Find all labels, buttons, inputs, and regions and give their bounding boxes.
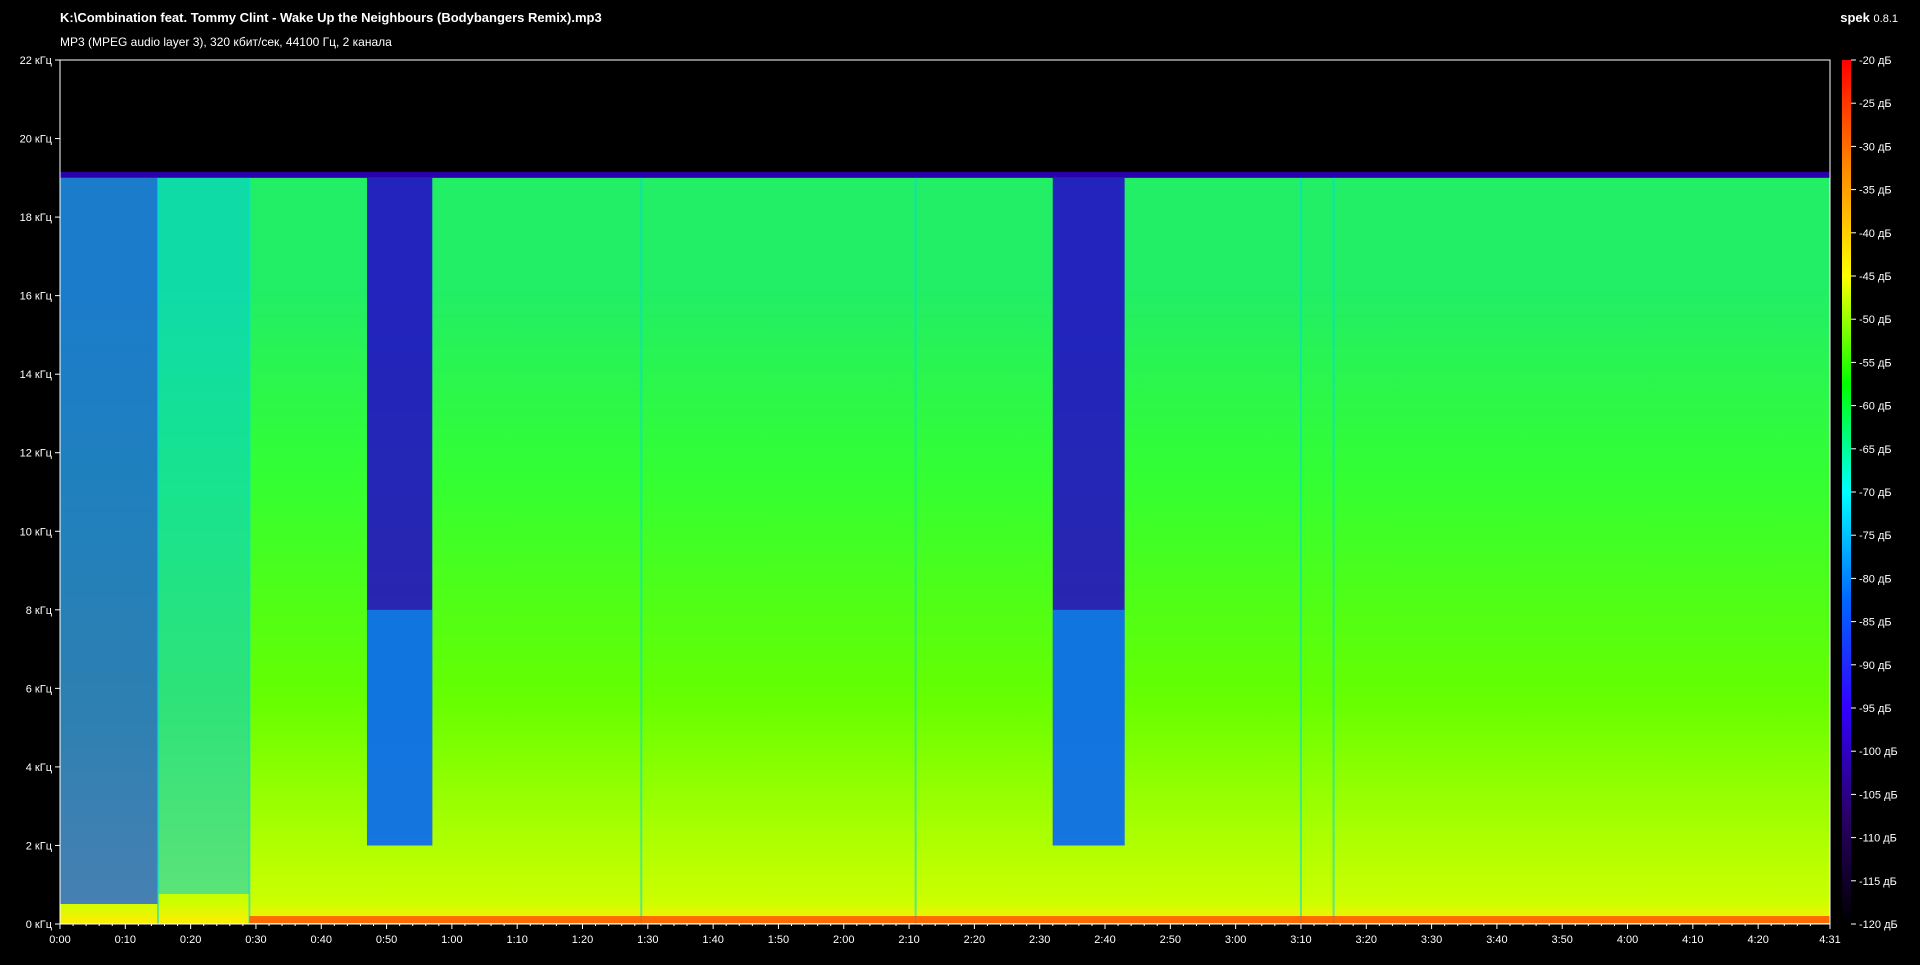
colorbar-tick-label: -110 дБ: [1859, 833, 1897, 845]
colorbar-tick-label: -120 дБ: [1859, 919, 1898, 931]
x-tick-label: 3:00: [1225, 934, 1246, 946]
x-tick-label: 4:00: [1617, 934, 1638, 946]
x-tick-label: 0:20: [180, 934, 201, 946]
x-tick-label: 0:00: [49, 934, 70, 946]
y-tick-label: 20 кГц: [20, 134, 53, 146]
x-tick-label: 1:20: [572, 934, 593, 946]
cutoff-fringe: [60, 171, 1830, 178]
x-tick-label: 1:00: [441, 934, 462, 946]
colorbar-tick-label: -25 дБ: [1859, 98, 1892, 110]
colorbar-tick-label: -85 дБ: [1859, 617, 1892, 629]
breakdown-lower: [1052, 609, 1125, 846]
colorbar-tick-label: -50 дБ: [1859, 314, 1892, 326]
y-tick-label: 2 кГц: [26, 840, 53, 852]
y-tick-label: 16 кГц: [20, 291, 53, 303]
spectrogram-chart: 0:00 0:10 0:20 0:30 0:40 0:50 1:00 1:10 1:20 1:30…: [20, 55, 1898, 946]
bass-band: [249, 916, 1831, 923]
colorbar: [1842, 60, 1851, 924]
x-tick-label: 0:50: [376, 934, 397, 946]
y-tick-label: 10 кГц: [20, 526, 53, 538]
x-tick-label: 1:10: [506, 934, 527, 946]
x-tick-label: 4:31: [1819, 934, 1840, 946]
x-tick-label: 1:50: [768, 934, 789, 946]
x-tick-label: 3:10: [1290, 934, 1311, 946]
colorbar-tick-label: -90 дБ: [1859, 660, 1892, 672]
intro-region: [60, 177, 158, 904]
x-tick-label: 4:20: [1747, 934, 1768, 946]
x-tick-label: 4:10: [1682, 934, 1703, 946]
colorbar-tick-label: -45 дБ: [1859, 271, 1892, 283]
colorbar-tick-label: -30 дБ: [1859, 141, 1892, 153]
colorbar-tick-label: -80 дБ: [1859, 573, 1892, 585]
spectral-energy: [60, 177, 1830, 924]
colorbar-tick-label: -35 дБ: [1859, 185, 1892, 197]
x-tick-label: 0:40: [311, 934, 332, 946]
y-tick-label: 18 кГц: [20, 212, 53, 224]
colorbar-tick-label: -70 дБ: [1859, 487, 1892, 499]
x-tick-label: 1:30: [637, 934, 658, 946]
y-tick-label: 4 кГц: [26, 762, 53, 774]
colorbar-tick-label: -75 дБ: [1859, 530, 1892, 542]
y-tick-label: 6 кГц: [26, 683, 53, 695]
colorbar-tick-label: -55 дБ: [1859, 357, 1892, 369]
colorbar-tick-label: -60 дБ: [1859, 401, 1892, 413]
y-tick-label: 12 кГц: [20, 448, 53, 460]
colorbar-tick-label: -95 дБ: [1859, 703, 1892, 715]
y-tick-label: 22 кГц: [20, 55, 53, 67]
x-tick-label: 2:40: [1094, 934, 1115, 946]
intro-region-2: [157, 177, 250, 894]
breakdown-lower: [366, 609, 433, 846]
colorbar-tick-label: -20 дБ: [1859, 55, 1892, 67]
colorbar-tick-label: -40 дБ: [1859, 228, 1892, 240]
colorbar-tick-label: -100 дБ: [1859, 746, 1898, 758]
colorbar-tick-label: -65 дБ: [1859, 444, 1892, 456]
x-tick-label: 2:20: [964, 934, 985, 946]
colorbar-ticks: -20 дБ -25 дБ -30 дБ -35 дБ -40 дБ -45 дБ -50 …: [1851, 55, 1898, 931]
x-tick-label: 1:40: [702, 934, 723, 946]
x-tick-label: 2:10: [898, 934, 919, 946]
x-tick-label: 3:50: [1552, 934, 1573, 946]
y-tick-label: 14 кГц: [20, 369, 53, 381]
colorbar-tick-label: -105 дБ: [1859, 789, 1898, 801]
x-tick-label: 3:40: [1486, 934, 1507, 946]
spectrogram-area: [60, 60, 1831, 924]
x-tick-label: 3:30: [1421, 934, 1442, 946]
x-tick-label: 0:30: [245, 934, 266, 946]
x-tick-label: 2:00: [833, 934, 854, 946]
x-tick-label: 0:10: [115, 934, 136, 946]
x-tick-label: 2:50: [1160, 934, 1181, 946]
y-tick-label: 8 кГц: [26, 605, 53, 617]
x-tick-label: 3:20: [1356, 934, 1377, 946]
colorbar-tick-label: -115 дБ: [1859, 876, 1897, 888]
x-tick-label: 2:30: [1029, 934, 1050, 946]
y-tick-label: 0 кГц: [26, 919, 53, 931]
